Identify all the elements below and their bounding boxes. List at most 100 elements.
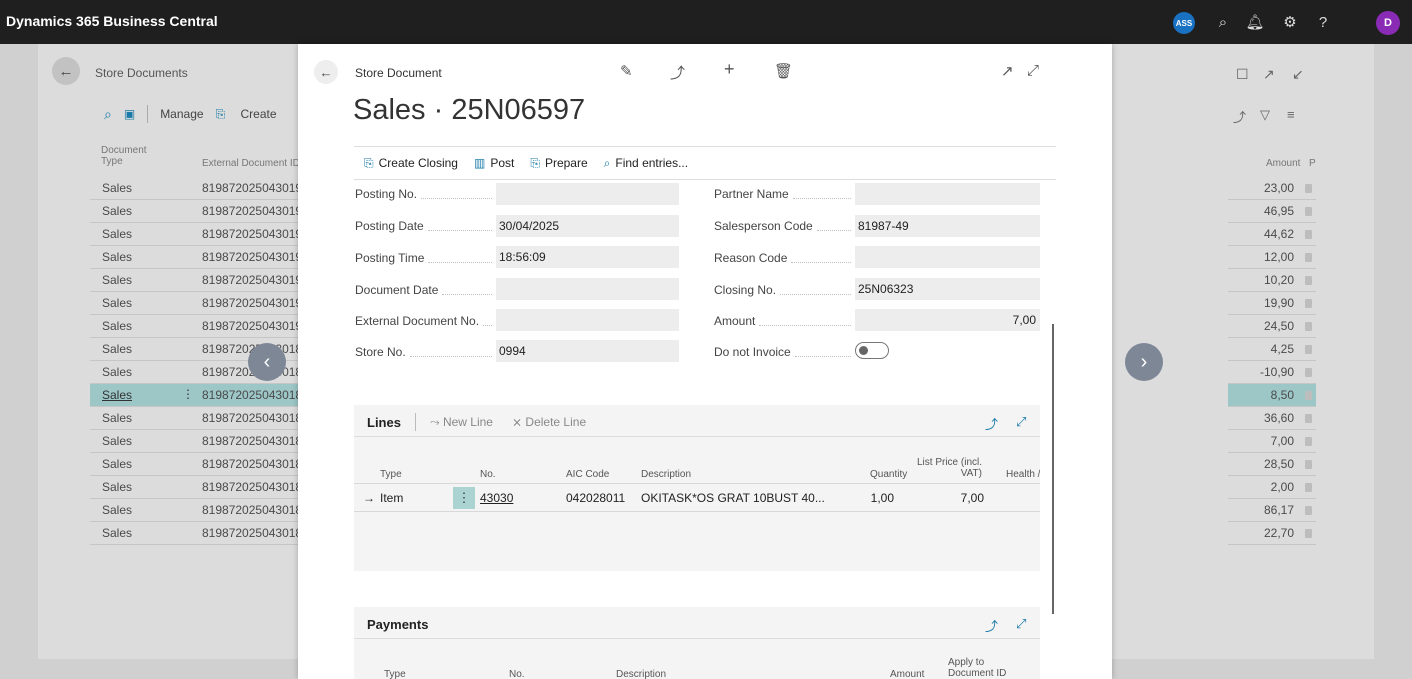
posted-checkbox[interactable] — [1305, 322, 1312, 331]
posted-checkbox[interactable] — [1305, 276, 1312, 285]
list-row-amount[interactable]: 86,17 — [1228, 499, 1316, 522]
list-row-amount[interactable]: 46,95 — [1228, 200, 1316, 223]
list-row[interactable]: Sales 819872025043018 — [90, 430, 302, 453]
expand-icon[interactable]: ⤢ — [1027, 62, 1039, 79]
posting-time-field[interactable]: 18:56:09 — [496, 246, 679, 268]
expand-part-icon[interactable]: ⤢ — [1016, 414, 1026, 430]
column-header-external-document-id[interactable]: External Document ID — [202, 158, 302, 169]
list-row-amount[interactable]: -10,90 — [1228, 361, 1316, 384]
line-description-cell[interactable]: OKITASK*OS GRAT 10BUST 40... — [641, 491, 825, 505]
new-line-button[interactable]: ⤳ New Line — [430, 415, 493, 430]
row-actions-menu[interactable]: ⋮ — [453, 487, 475, 509]
salesperson-code-field[interactable]: 81987-49 — [855, 215, 1040, 237]
document-type-cell[interactable]: Sales — [102, 526, 132, 540]
list-row[interactable]: Sales 819872025043019 — [90, 223, 302, 246]
list-row-amount[interactable]: 7,00 — [1228, 430, 1316, 453]
list-row[interactable]: Sales 819872025043019 — [90, 269, 302, 292]
expand-part-icon[interactable]: ⤢ — [1016, 616, 1026, 632]
posted-checkbox[interactable] — [1305, 207, 1312, 216]
document-type-cell[interactable]: Sales — [102, 480, 132, 494]
list-row-amount[interactable]: 12,00 — [1228, 246, 1316, 269]
column-header-type[interactable]: Type — [384, 669, 406, 679]
prepare-button[interactable]: ⎘ Prepare — [530, 156, 587, 171]
document-type-cell[interactable]: Sales — [102, 411, 132, 425]
column-header-aic-code[interactable]: AIC Code — [566, 469, 609, 480]
list-row[interactable]: Sales 819872025043019 — [90, 292, 302, 315]
list-row-amount[interactable]: 10,20 — [1228, 269, 1316, 292]
list-row[interactable]: Sales 819872025043018 — [90, 499, 302, 522]
list-row[interactable]: Sales ⋮ 819872025043018 — [90, 384, 302, 407]
line-type-cell[interactable]: Item — [380, 491, 403, 505]
filter-pane-icon[interactable]: ▣ — [124, 107, 135, 121]
posting-no-field[interactable] — [496, 183, 679, 205]
card-scrollbar[interactable] — [1052, 324, 1054, 614]
column-header-description[interactable]: Description — [616, 669, 666, 679]
post-button[interactable]: ▥ Post — [474, 156, 514, 170]
list-row-amount[interactable]: 22,70 — [1228, 522, 1316, 545]
list-row[interactable]: Sales 819872025043018 — [90, 476, 302, 499]
share-icon[interactable]: ⤴ — [670, 62, 685, 83]
column-header-amount[interactable]: Amount — [890, 669, 924, 679]
document-type-cell[interactable]: Sales — [102, 365, 132, 379]
posted-checkbox[interactable] — [1305, 506, 1312, 515]
column-header-quantity[interactable]: Quantity — [870, 469, 907, 480]
bookmark-icon[interactable]: ☐ — [1236, 66, 1249, 83]
closing-no-field[interactable]: 25N06323 — [855, 278, 1040, 300]
store-no-field[interactable]: 0994 — [496, 340, 679, 362]
posted-checkbox[interactable] — [1305, 345, 1312, 354]
open-new-window-icon[interactable]: ↗ — [1263, 66, 1275, 83]
previous-record-button[interactable]: ‹ — [248, 343, 286, 381]
document-type-cell[interactable]: Sales — [102, 227, 132, 241]
line-quantity-cell[interactable]: 1,00 — [824, 491, 894, 505]
posted-checkbox[interactable] — [1305, 437, 1312, 446]
posted-checkbox[interactable] — [1305, 184, 1312, 193]
document-type-cell[interactable]: Sales — [102, 204, 132, 218]
document-type-cell[interactable]: Sales — [102, 388, 132, 402]
list-row[interactable]: Sales 819872025043019 — [90, 200, 302, 223]
list-row-amount[interactable]: 2,00 — [1228, 476, 1316, 499]
delete-trash-icon[interactable]: 🗑︎ — [774, 62, 793, 80]
manage-menu[interactable]: Manage — [160, 107, 203, 121]
search-icon[interactable]: ⌕ — [104, 106, 112, 123]
list-row-amount[interactable]: 44,62 — [1228, 223, 1316, 246]
app-title[interactable]: Dynamics 365 Business Central — [6, 13, 218, 29]
list-row-amount[interactable]: 24,50 — [1228, 315, 1316, 338]
bell-icon[interactable]: 🔔︎ — [1244, 11, 1266, 33]
list-row[interactable]: Sales 819872025043018 — [90, 453, 302, 476]
document-date-field[interactable] — [496, 278, 679, 300]
list-row-amount[interactable]: 4,25 — [1228, 338, 1316, 361]
posted-checkbox[interactable] — [1305, 414, 1312, 423]
posted-checkbox[interactable] — [1305, 368, 1312, 377]
back-arrow-icon[interactable]: ← — [314, 60, 338, 84]
list-row-amount[interactable]: 28,50 — [1228, 453, 1316, 476]
list-row[interactable]: Sales 819872025043019 — [90, 177, 302, 200]
posted-checkbox[interactable] — [1305, 299, 1312, 308]
share-icon[interactable]: ⤴ — [1233, 107, 1246, 126]
edit-pencil-icon[interactable]: ✎ — [620, 62, 633, 80]
create-button[interactable]: ⎘ Create — [216, 107, 289, 122]
company-badge[interactable]: ASS — [1173, 12, 1195, 34]
column-header-type[interactable]: Type — [380, 469, 402, 480]
column-header-apply-to-document-id[interactable]: Apply to Document ID — [948, 657, 1008, 679]
posted-checkbox[interactable] — [1305, 483, 1312, 492]
document-type-cell[interactable]: Sales — [102, 296, 132, 310]
share-icon[interactable]: ⤴ — [985, 414, 998, 433]
share-icon[interactable]: ⤴ — [985, 616, 998, 635]
posted-checkbox[interactable] — [1305, 391, 1312, 400]
create-closing-button[interactable]: ⎘ Create Closing — [364, 156, 458, 171]
list-row[interactable]: Sales 819872025043019 — [90, 315, 302, 338]
line-aic-code-cell[interactable]: 042028011 — [566, 491, 625, 505]
document-type-cell[interactable]: Sales — [102, 181, 132, 195]
open-new-window-icon[interactable]: ↗ — [1001, 62, 1014, 80]
posting-date-field[interactable]: 30/04/2025 — [496, 215, 679, 237]
do-not-invoice-toggle[interactable] — [855, 342, 889, 359]
document-type-cell[interactable]: Sales — [102, 250, 132, 264]
column-header-document-type[interactable]: Document Type — [101, 145, 161, 167]
collapse-icon[interactable]: ↙ — [1292, 66, 1304, 83]
document-type-cell[interactable]: Sales — [102, 342, 132, 356]
amount-field[interactable]: 7,00 — [855, 309, 1040, 331]
list-row[interactable]: Sales 819872025043018 — [90, 522, 302, 545]
column-header-health[interactable]: Health / — [1006, 469, 1040, 480]
payments-part-title[interactable]: Payments — [367, 617, 428, 632]
list-row-amount[interactable]: 8,50 — [1228, 384, 1316, 407]
